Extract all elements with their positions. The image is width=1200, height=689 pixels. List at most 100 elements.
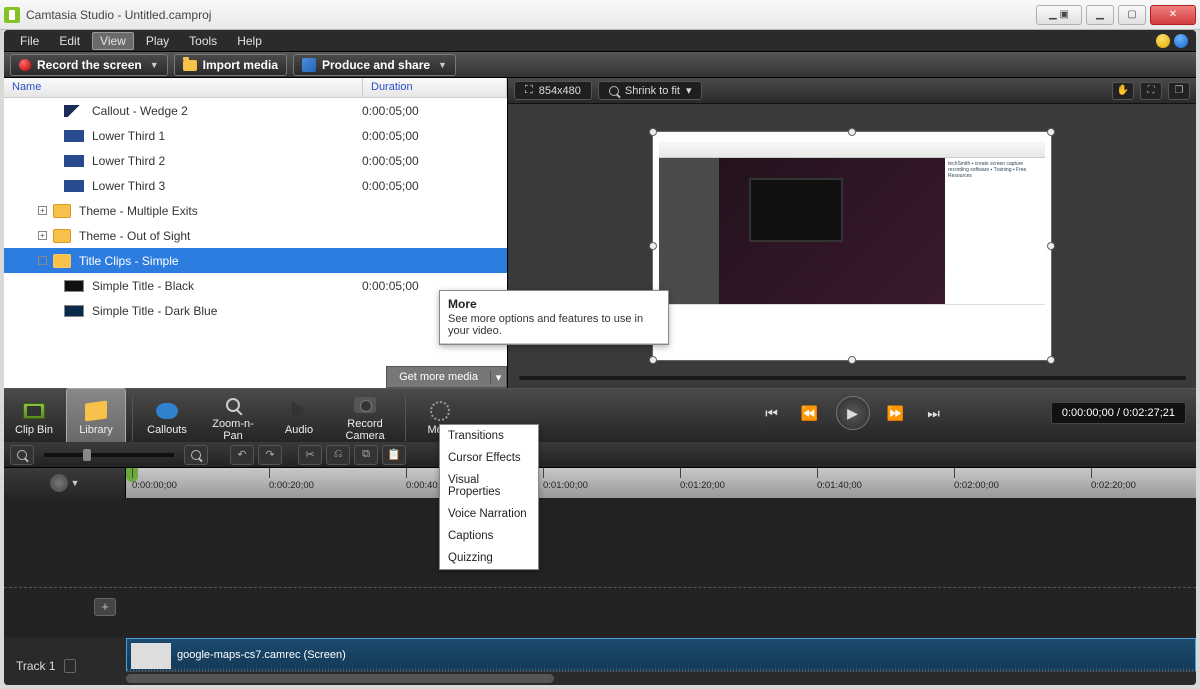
track-header[interactable]: Track 1 (4, 638, 126, 685)
empty-track-area[interactable] (4, 498, 1196, 588)
playback-slider[interactable] (519, 376, 1186, 380)
forward-button[interactable]: ⏩ (884, 401, 908, 425)
produce-label: Produce and share (322, 58, 430, 72)
menu-item-voice-narration[interactable]: Voice Narration (440, 503, 538, 525)
resize-handle[interactable] (649, 356, 657, 364)
tooltip-desc: See more options and features to use in … (440, 313, 668, 344)
menubar: File Edit View Play Tools Help (4, 30, 1196, 52)
item-name: Callout - Wedge 2 (92, 104, 362, 118)
collapse-icon[interactable]: − (38, 256, 47, 265)
tab-callouts[interactable]: Callouts (137, 388, 197, 448)
undo-button[interactable]: ↶ (230, 445, 254, 465)
get-more-media-button[interactable]: Get more media ▾ (386, 366, 507, 388)
tab-audio[interactable]: Audio (269, 388, 329, 448)
produce-share-button[interactable]: Produce and share ▼ (293, 54, 456, 76)
tab-clip-bin[interactable]: Clip Bin (4, 388, 64, 448)
import-media-button[interactable]: Import media (174, 54, 287, 76)
expand-icon[interactable]: + (38, 231, 47, 240)
resize-handle[interactable] (649, 242, 657, 250)
lock-icon[interactable] (64, 659, 76, 673)
zoom-fit-button[interactable]: Shrink to fit ▾ (598, 81, 703, 100)
resize-handle[interactable] (1047, 128, 1055, 136)
tab-record-camera[interactable]: Record Camera (329, 388, 401, 448)
clip-label: google-maps-cs7.camrec (Screen) (177, 649, 346, 661)
import-label: Import media (203, 58, 278, 72)
tips-icon[interactable] (1156, 34, 1170, 48)
detach-button[interactable]: ❐ (1168, 82, 1190, 100)
minimize-button[interactable]: ▁ (1086, 5, 1114, 25)
menu-help[interactable]: Help (229, 32, 270, 50)
add-track-button[interactable]: + (94, 598, 116, 616)
tab-library[interactable]: Library (66, 388, 126, 448)
menu-item-quizzing[interactable]: Quizzing (440, 547, 538, 569)
item-name: Simple Title - Black (92, 279, 362, 293)
resize-handle[interactable] (1047, 356, 1055, 364)
list-item[interactable]: Lower Third 3 0:00:05;00 (4, 173, 507, 198)
close-button[interactable]: ✕ (1150, 5, 1196, 25)
tab-zoom-pan[interactable]: Zoom-n- Pan (197, 388, 269, 448)
pan-button[interactable]: ✋ (1112, 82, 1134, 100)
item-duration: 0:00:05;00 (362, 179, 419, 193)
zoom-slider[interactable] (44, 453, 174, 457)
menu-play[interactable]: Play (138, 32, 177, 50)
menu-file[interactable]: File (12, 32, 47, 50)
menu-item-cursor-effects[interactable]: Cursor Effects (440, 447, 538, 469)
copy-button[interactable]: ⧉ (354, 445, 378, 465)
split-button[interactable]: ⎌ (326, 445, 350, 465)
timeline-scrollbar[interactable] (126, 671, 1196, 685)
theme-folder-selected[interactable]: − Title Clips - Simple (4, 248, 507, 273)
help-icon[interactable] (1174, 34, 1188, 48)
expand-icon[interactable]: + (38, 206, 47, 215)
timeline-options[interactable]: ▼ (4, 468, 126, 498)
resize-handle[interactable] (1047, 242, 1055, 250)
menu-edit[interactable]: Edit (51, 32, 88, 50)
cut-button[interactable]: ✂ (298, 445, 322, 465)
canvas-dimensions-button[interactable]: ⛶ 854x480 (514, 81, 592, 100)
resize-handle[interactable] (848, 128, 856, 136)
scrollbar-thumb[interactable] (126, 674, 554, 683)
timeline-ruler[interactable]: 0:00:00;00 0:00:20;00 0:00:40;00 0:01:00… (126, 468, 1196, 498)
col-duration[interactable]: Duration (363, 78, 507, 97)
zoom-in-button[interactable] (184, 445, 208, 465)
lower-third-icon (64, 180, 84, 192)
menu-tools[interactable]: Tools (181, 32, 225, 50)
rewind-button[interactable]: ⏪ (798, 401, 822, 425)
zoom-out-button[interactable] (10, 445, 34, 465)
next-frame-button[interactable]: ⏭ (922, 401, 946, 425)
theme-folder[interactable]: + Theme - Multiple Exits (4, 198, 507, 223)
slider-knob[interactable] (83, 449, 91, 461)
tab-label: Library (79, 424, 113, 436)
camera-icon (354, 397, 376, 413)
theme-folder[interactable]: + Theme - Out of Sight (4, 223, 507, 248)
chevron-down-icon[interactable]: ▾ (490, 371, 506, 384)
paste-button[interactable]: 📋 (382, 445, 406, 465)
menu-item-captions[interactable]: Captions (440, 525, 538, 547)
minimize-group-button[interactable]: ▁ ▣ (1036, 5, 1082, 25)
resize-handle[interactable] (848, 356, 856, 364)
window-titlebar: Camtasia Studio - Untitled.camproj ▁ ▣ ▁… (0, 0, 1200, 30)
play-button[interactable]: ▶ (836, 396, 870, 430)
list-item[interactable]: Lower Third 1 0:00:05;00 (4, 123, 507, 148)
maximize-button[interactable]: ▢ (1118, 5, 1146, 25)
menu-item-visual-properties[interactable]: Visual Properties (440, 469, 538, 503)
redo-button[interactable]: ↷ (258, 445, 282, 465)
list-item[interactable]: Simple Title - Black 0:00:05;00 (4, 273, 507, 298)
record-screen-button[interactable]: Record the screen ▼ (10, 54, 168, 76)
timeline-body[interactable]: + Track 1 google-maps-cs7.camrec (Screen… (4, 498, 1196, 671)
help-icons (1156, 34, 1188, 48)
audio-icon (292, 401, 306, 421)
folder-icon (53, 229, 71, 243)
menu-item-transitions[interactable]: Transitions (440, 425, 538, 447)
library-list[interactable]: Callout - Wedge 2 0:00:05;00 Lower Third… (4, 98, 507, 388)
fullscreen-button[interactable]: ⛶ (1140, 82, 1162, 100)
preview-canvas-area[interactable]: techSmith ▪ create screen capture record… (508, 104, 1196, 388)
preview-canvas[interactable]: techSmith ▪ create screen capture record… (652, 131, 1052, 361)
resize-handle[interactable] (649, 128, 657, 136)
menu-view[interactable]: View (92, 32, 134, 50)
item-name: Simple Title - Dark Blue (92, 304, 362, 318)
prev-frame-button[interactable]: ⏮ (760, 401, 784, 425)
list-item[interactable]: Simple Title - Dark Blue (4, 298, 507, 323)
col-name[interactable]: Name (4, 78, 363, 97)
list-item[interactable]: Callout - Wedge 2 0:00:05;00 (4, 98, 507, 123)
list-item[interactable]: Lower Third 2 0:00:05;00 (4, 148, 507, 173)
